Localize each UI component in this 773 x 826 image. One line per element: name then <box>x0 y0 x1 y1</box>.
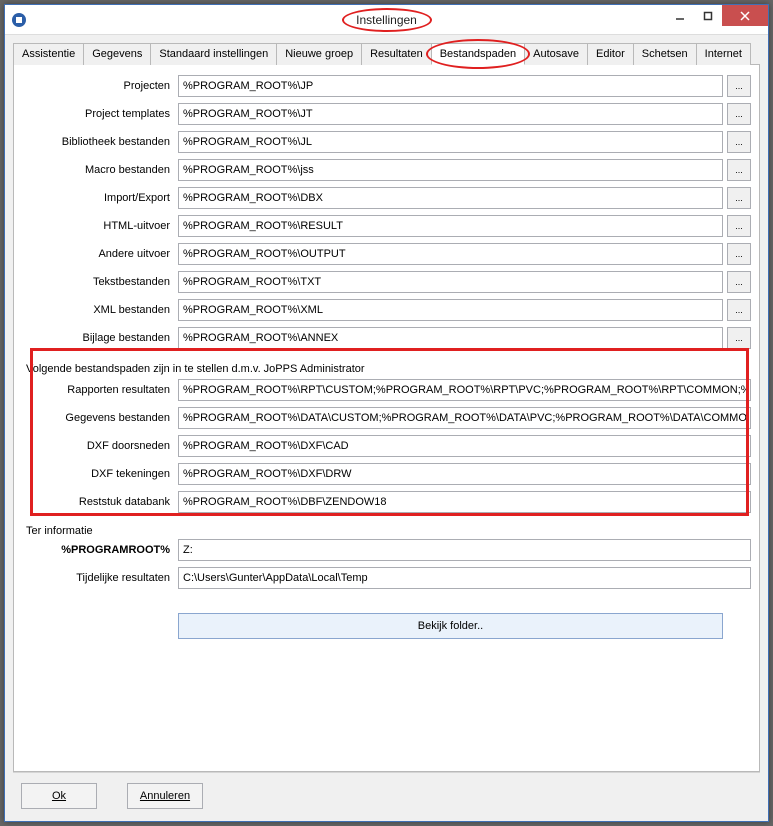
ok-button-label: Ok <box>52 790 66 802</box>
row-andere: Andere uitvoer ... <box>22 243 751 265</box>
row-projecten: Projecten ... <box>22 75 751 97</box>
input-tekst[interactable] <box>178 271 723 293</box>
tab-panel-bestandspaden: Projecten ... Project templates ... Bibl… <box>13 64 760 772</box>
input-reststuk <box>178 491 751 513</box>
cancel-button[interactable]: Annuleren <box>127 783 203 809</box>
input-projecten[interactable] <box>178 75 723 97</box>
tab-nieuwe-groep[interactable]: Nieuwe groep <box>276 43 362 65</box>
label-temp: Tijdelijke resultaten <box>22 572 174 584</box>
input-dxftek <box>178 463 751 485</box>
row-dxfdoor: DXF doorsneden <box>22 435 751 457</box>
row-gegevens: Gegevens bestanden <box>22 407 751 429</box>
tab-editor[interactable]: Editor <box>587 43 634 65</box>
input-templates[interactable] <box>178 103 723 125</box>
browse-templates[interactable]: ... <box>727 103 751 125</box>
tab-resultaten[interactable]: Resultaten <box>361 43 432 65</box>
minimize-button[interactable] <box>666 5 694 26</box>
row-templates: Project templates ... <box>22 103 751 125</box>
label-andere: Andere uitvoer <box>22 248 174 260</box>
tab-bestandspaden[interactable]: Bestandspaden <box>431 43 525 65</box>
browse-xml[interactable]: ... <box>727 299 751 321</box>
tab-gegevens[interactable]: Gegevens <box>83 43 151 65</box>
dialog-button-bar: Ok Annuleren <box>13 772 760 813</box>
input-html[interactable] <box>178 215 723 237</box>
label-bijlage: Bijlage bestanden <box>22 332 174 344</box>
row-bijlage: Bijlage bestanden ... <box>22 327 751 349</box>
maximize-button[interactable] <box>694 5 722 26</box>
close-button[interactable] <box>722 5 768 26</box>
label-gegevens: Gegevens bestanden <box>22 412 174 424</box>
input-bibliotheek[interactable] <box>178 131 723 153</box>
tab-strip: Assistentie Gegevens Standaard instellin… <box>13 43 760 65</box>
label-projecten: Projecten <box>22 80 174 92</box>
row-reststuk: Reststuk databank <box>22 491 751 513</box>
info-section-label: Ter informatie <box>22 525 751 539</box>
browse-macro[interactable]: ... <box>727 159 751 181</box>
input-temp <box>178 567 751 589</box>
dialog-body: Assistentie Gegevens Standaard instellin… <box>5 35 768 821</box>
row-dxftek: DXF tekeningen <box>22 463 751 485</box>
label-macro: Macro bestanden <box>22 164 174 176</box>
row-xml: XML bestanden ... <box>22 299 751 321</box>
browse-bibliotheek[interactable]: ... <box>727 131 751 153</box>
label-bibliotheek: Bibliotheek bestanden <box>22 136 174 148</box>
label-html: HTML-uitvoer <box>22 220 174 232</box>
row-macro: Macro bestanden ... <box>22 159 751 181</box>
input-gegevens <box>178 407 751 429</box>
browse-bijlage[interactable]: ... <box>727 327 751 349</box>
row-rapporten: Rapporten resultaten <box>22 379 751 401</box>
admin-paths-note: Volgende bestandspaden zijn in te stelle… <box>22 361 751 379</box>
input-programroot <box>178 539 751 561</box>
label-reststuk: Reststuk databank <box>22 496 174 508</box>
tab-schetsen[interactable]: Schetsen <box>633 43 697 65</box>
label-tekst: Tekstbestanden <box>22 276 174 288</box>
row-import: Import/Export ... <box>22 187 751 209</box>
settings-window: Instellingen Assistentie Gegevens Standa… <box>4 4 769 822</box>
row-programroot: %PROGRAMROOT% <box>22 539 751 561</box>
input-dxfdoor <box>178 435 751 457</box>
input-rapporten <box>178 379 751 401</box>
tab-autosave[interactable]: Autosave <box>524 43 588 65</box>
row-tekst: Tekstbestanden ... <box>22 271 751 293</box>
browse-projecten[interactable]: ... <box>727 75 751 97</box>
titlebar: Instellingen <box>5 5 768 35</box>
browse-andere[interactable]: ... <box>727 243 751 265</box>
label-programroot: %PROGRAMROOT% <box>22 544 174 556</box>
row-bibliotheek: Bibliotheek bestanden ... <box>22 131 751 153</box>
tab-internet[interactable]: Internet <box>696 43 751 65</box>
browse-tekst[interactable]: ... <box>727 271 751 293</box>
row-temp: Tijdelijke resultaten <box>22 567 751 589</box>
ok-button[interactable]: Ok <box>21 783 97 809</box>
input-xml[interactable] <box>178 299 723 321</box>
input-andere[interactable] <box>178 243 723 265</box>
bekijk-folder-button[interactable]: Bekijk folder.. <box>178 613 723 639</box>
label-dxftek: DXF tekeningen <box>22 468 174 480</box>
app-icon <box>11 12 27 28</box>
input-import[interactable] <box>178 187 723 209</box>
label-import: Import/Export <box>22 192 174 204</box>
browse-html[interactable]: ... <box>727 215 751 237</box>
window-controls <box>666 5 768 26</box>
label-xml: XML bestanden <box>22 304 174 316</box>
tab-standaard-instellingen[interactable]: Standaard instellingen <box>150 43 277 65</box>
tab-assistentie[interactable]: Assistentie <box>13 43 84 65</box>
input-macro[interactable] <box>178 159 723 181</box>
window-title: Instellingen <box>346 11 427 29</box>
label-dxfdoor: DXF doorsneden <box>22 440 174 452</box>
cancel-button-label: Annuleren <box>140 790 190 802</box>
row-html: HTML-uitvoer ... <box>22 215 751 237</box>
browse-import[interactable]: ... <box>727 187 751 209</box>
input-bijlage[interactable] <box>178 327 723 349</box>
label-templates: Project templates <box>22 108 174 120</box>
label-rapporten: Rapporten resultaten <box>22 384 174 396</box>
